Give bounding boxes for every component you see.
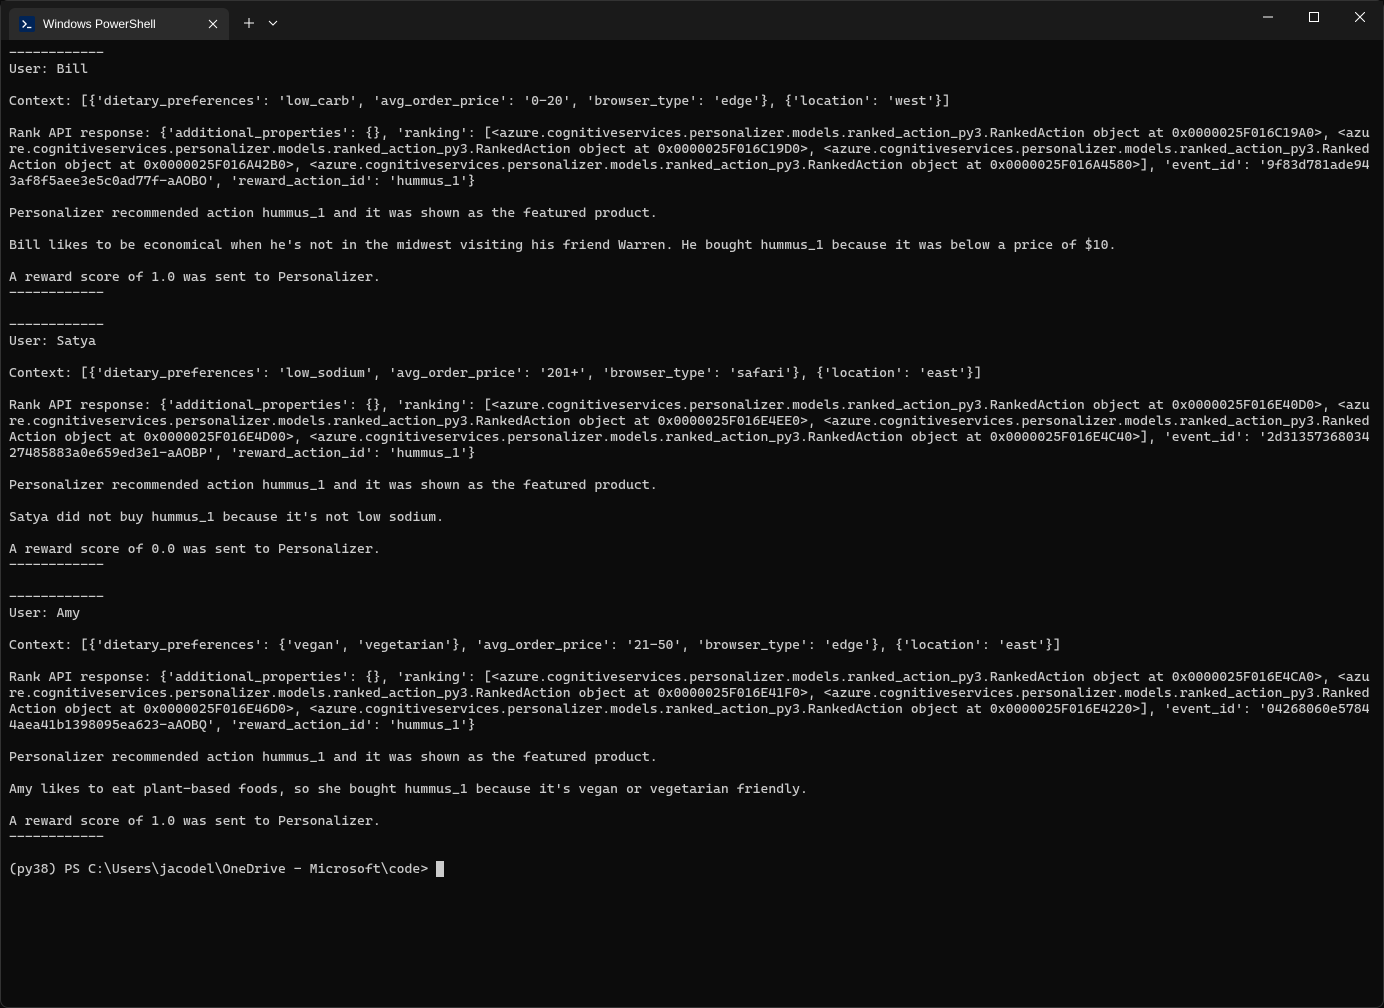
terminal-line: ------------ [9, 829, 1375, 845]
terminal-line [9, 621, 1375, 637]
tab-powershell[interactable]: Windows PowerShell [9, 8, 229, 40]
terminal-content[interactable]: ------------User: Bill Context: [{'dieta… [1, 41, 1383, 1007]
terminal-line: ------------ [9, 589, 1375, 605]
terminal-line: Satya did not buy hummus_1 because it's … [9, 509, 1375, 525]
terminal-line [9, 349, 1375, 365]
terminal-line [9, 381, 1375, 397]
cursor [436, 861, 444, 877]
terminal-line [9, 77, 1375, 93]
terminal-line: Personalizer recommended action hummus_1… [9, 205, 1375, 221]
window-controls [1245, 1, 1383, 40]
terminal-line: ------------ [9, 317, 1375, 333]
terminal-output: ------------User: Bill Context: [{'dieta… [9, 45, 1375, 861]
terminal-line: User: Bill [9, 61, 1375, 77]
terminal-line: ------------ [9, 285, 1375, 301]
terminal-line [9, 653, 1375, 669]
terminal-line [9, 765, 1375, 781]
terminal-line [9, 253, 1375, 269]
terminal-line: Amy likes to eat plant-based foods, so s… [9, 781, 1375, 797]
terminal-line: Rank API response: {'additional_properti… [9, 669, 1375, 733]
tab-title: Windows PowerShell [43, 17, 197, 31]
terminal-line: Rank API response: {'additional_properti… [9, 397, 1375, 461]
terminal-line [9, 525, 1375, 541]
terminal-line: A reward score of 1.0 was sent to Person… [9, 813, 1375, 829]
tabs-section: Windows PowerShell [1, 1, 283, 40]
terminal-line: Bill likes to be economical when he's no… [9, 237, 1375, 253]
terminal-line: Context: [{'dietary_preferences': 'low_s… [9, 365, 1375, 381]
terminal-line: Personalizer recommended action hummus_1… [9, 749, 1375, 765]
terminal-line [9, 189, 1375, 205]
terminal-line [9, 573, 1375, 589]
terminal-line [9, 733, 1375, 749]
terminal-line: Personalizer recommended action hummus_1… [9, 477, 1375, 493]
terminal-line: ------------ [9, 45, 1375, 61]
terminal-line: Context: [{'dietary_preferences': {'vega… [9, 637, 1375, 653]
terminal-line: User: Amy [9, 605, 1375, 621]
terminal-line [9, 221, 1375, 237]
prompt-line: (py38) PS C:\Users\jacodel\OneDrive - Mi… [9, 861, 1375, 877]
prompt-text: (py38) PS C:\Users\jacodel\OneDrive - Mi… [9, 861, 436, 877]
terminal-line [9, 301, 1375, 317]
terminal-line [9, 845, 1375, 861]
terminal-line: Context: [{'dietary_preferences': 'low_c… [9, 93, 1375, 109]
new-tab-button[interactable] [235, 9, 263, 37]
maximize-button[interactable] [1291, 1, 1337, 33]
terminal-line: Rank API response: {'additional_properti… [9, 125, 1375, 189]
terminal-line [9, 797, 1375, 813]
title-bar: Windows PowerShell [1, 1, 1383, 41]
tab-close-button[interactable] [205, 16, 221, 32]
terminal-line: ------------ [9, 557, 1375, 573]
terminal-line: A reward score of 1.0 was sent to Person… [9, 269, 1375, 285]
terminal-line [9, 493, 1375, 509]
terminal-line [9, 109, 1375, 125]
terminal-line [9, 461, 1375, 477]
terminal-line: User: Satya [9, 333, 1375, 349]
minimize-button[interactable] [1245, 1, 1291, 33]
close-button[interactable] [1337, 1, 1383, 33]
tab-dropdown-button[interactable] [263, 9, 283, 37]
powershell-icon [19, 16, 35, 32]
terminal-line: A reward score of 0.0 was sent to Person… [9, 541, 1375, 557]
